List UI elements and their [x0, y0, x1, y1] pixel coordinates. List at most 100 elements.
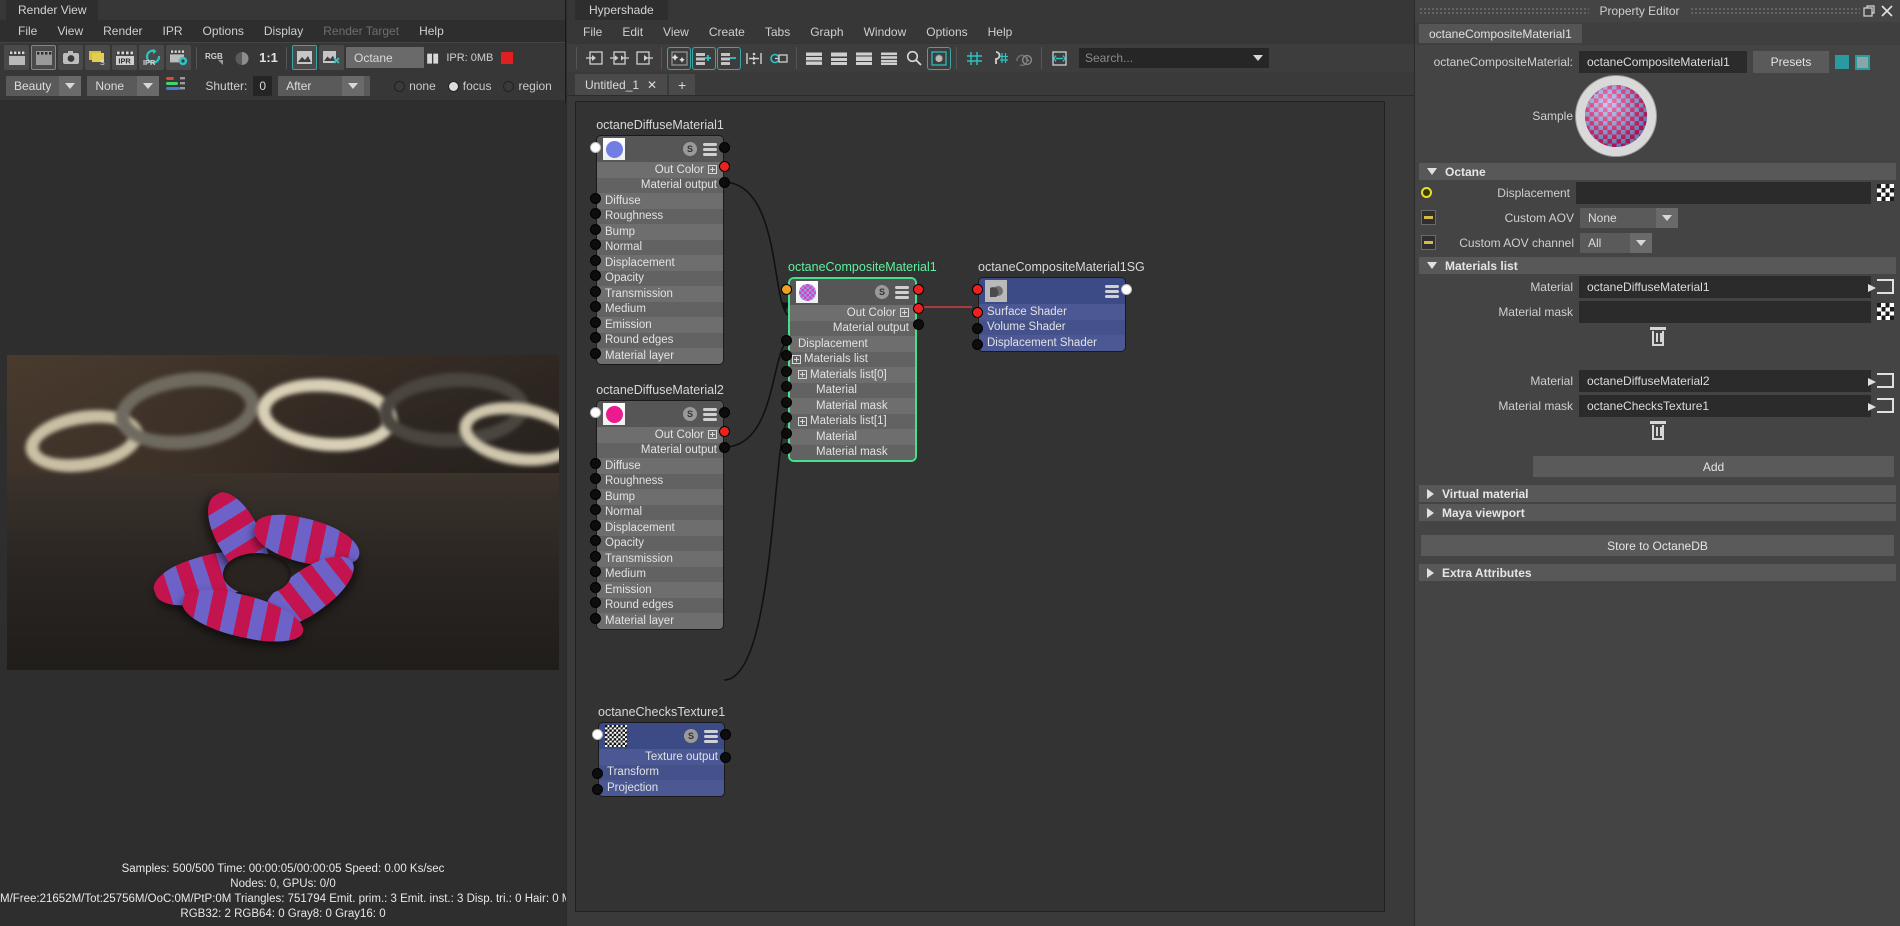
node-in-row[interactable]: Bump [597, 224, 723, 240]
drag-handle-left[interactable] [1419, 7, 1590, 15]
menu-help[interactable]: Help [409, 22, 454, 40]
node-in-row-displacement[interactable]: Displacement [790, 336, 915, 352]
material-sample-swatch[interactable] [1585, 85, 1647, 147]
material-0-input[interactable]: octaneDiffuseMaterial1 [1579, 275, 1871, 298]
section-header-materials-list[interactable]: Materials list [1419, 257, 1896, 274]
node-octaneDiffuseMaterial1[interactable]: octaneDiffuseMaterial1 S Out Color Mater… [590, 118, 730, 365]
in-plug-bump[interactable] [590, 489, 601, 500]
out-color-plug[interactable] [719, 426, 730, 437]
node-in-row-displacement-shader[interactable]: Displacement Shader [979, 335, 1125, 351]
checker-map-icon-2[interactable] [1877, 303, 1894, 320]
ipr-render-icon[interactable]: IPR [112, 45, 137, 70]
render-view-canvas[interactable] [0, 103, 566, 873]
node-swatch[interactable] [603, 138, 625, 160]
in-plug-medium[interactable] [590, 301, 601, 312]
focus-node-icon[interactable] [1835, 55, 1849, 69]
material-output-plug[interactable] [719, 442, 730, 453]
node-body[interactable]: Surface Shader Volume Shader Displacemen… [978, 277, 1126, 352]
zoom-icon[interactable] [903, 48, 925, 69]
hs-menu-tabs[interactable]: Tabs [755, 22, 800, 42]
node-in-row[interactable]: Round edges [597, 597, 723, 613]
attribute-state-icon[interactable] [1421, 210, 1436, 225]
stop-render-icon[interactable] [501, 51, 514, 64]
in-plug-materials-list-0[interactable] [781, 366, 792, 377]
node-in-row[interactable]: Transmission [597, 286, 723, 302]
in-plug-diffuse[interactable] [590, 458, 601, 469]
hs-menu-help[interactable]: Help [978, 22, 1023, 42]
shading-group-icon[interactable]: S [684, 729, 698, 743]
render-icon[interactable] [4, 45, 29, 70]
hs-menu-file[interactable]: File [573, 22, 612, 42]
in-plug-bump[interactable] [590, 224, 601, 235]
node-in-row[interactable]: Emission [597, 317, 723, 333]
hs-menu-edit[interactable]: Edit [612, 22, 653, 42]
go-to-connection-icon-3[interactable] [1868, 398, 1894, 413]
node-in-row[interactable]: Round edges [597, 332, 723, 348]
checker-map-icon[interactable] [1877, 184, 1894, 201]
remove-selected-icon[interactable] [717, 46, 741, 70]
render-sequence-icon[interactable]: S [85, 45, 110, 70]
node-in-row-material-1[interactable]: Material [790, 429, 915, 445]
material-output-plug[interactable] [719, 177, 730, 188]
node-in-row[interactable]: Material layer [597, 348, 723, 364]
in-plug-opacity[interactable] [590, 535, 601, 546]
list-view-b-icon[interactable] [828, 48, 850, 69]
when-dropdown[interactable]: After [278, 76, 371, 96]
in-plug-volume-shader[interactable] [972, 323, 983, 334]
node-in-row[interactable]: Opacity [597, 270, 723, 286]
node-main-input-plug[interactable] [592, 729, 603, 740]
collapse-icon[interactable] [798, 370, 807, 380]
node-in-row-material-mask-1[interactable]: Material mask [790, 444, 915, 460]
node-in-row-materials-list-1[interactable]: Materials list[1] [790, 413, 915, 429]
add-material-button[interactable]: Add [1533, 456, 1894, 477]
in-plug-material-mask-0[interactable] [781, 397, 792, 408]
node-in-row[interactable]: Projection [599, 780, 724, 796]
in-plug-round-edges[interactable] [590, 332, 601, 343]
node-main-output-plug[interactable] [1121, 284, 1132, 295]
delete-entry-1-button[interactable] [1415, 418, 1900, 444]
node-out-row-material-output[interactable]: Material output [790, 320, 915, 336]
in-plug-projection[interactable] [592, 784, 603, 795]
in-plug-displacement[interactable] [590, 255, 601, 266]
displacement-input[interactable] [1576, 181, 1871, 204]
in-plug-transmission[interactable] [590, 286, 601, 297]
go-to-connection-icon[interactable] [1868, 279, 1894, 294]
search-input[interactable]: Search... [1079, 48, 1269, 68]
node-in-row[interactable]: Normal [597, 504, 723, 520]
add-tab-button[interactable]: + [669, 74, 696, 95]
node-graph-canvas[interactable]: octaneDiffuseMaterial1 S Out Color Mater… [575, 101, 1385, 912]
snapshot-icon[interactable] [58, 45, 83, 70]
attributes-stack-icon[interactable] [703, 142, 717, 156]
node-body[interactable]: S Out Color Material output Displacement… [788, 277, 917, 462]
node-in-row[interactable]: Transform [599, 764, 724, 780]
in-plug-displacement[interactable] [781, 335, 792, 346]
node-out-row-out-color[interactable]: Out Color [790, 305, 915, 321]
section-header-extra-attributes[interactable]: Extra Attributes [1419, 564, 1896, 581]
in-plug-roughness[interactable] [590, 473, 601, 484]
history-icon[interactable] [1013, 48, 1035, 69]
node-octaneCompositeMaterial1SG[interactable]: octaneCompositeMaterial1SG Surface Shade… [972, 260, 1145, 352]
node-in-row-materials-list[interactable]: Materials list [790, 351, 915, 367]
aov-dropdown[interactable]: None [87, 76, 160, 96]
pass-dropdown[interactable]: Beauty [6, 76, 82, 96]
node-swatch[interactable] [603, 403, 625, 425]
add-selected-icon[interactable] [692, 46, 716, 70]
node-main-output-plug[interactable] [913, 284, 924, 295]
material-output-plug[interactable] [913, 319, 924, 330]
list-view-d-icon[interactable] [878, 48, 900, 69]
in-plug-normal[interactable] [590, 239, 601, 250]
in-plug-roughness[interactable] [590, 208, 601, 219]
shutter-input[interactable]: 0 [253, 76, 273, 96]
in-plug-material-layer[interactable] [590, 348, 601, 359]
expand-icon[interactable] [708, 430, 717, 440]
node-in-row[interactable]: Emission [597, 582, 723, 598]
node-in-row-surface-shader[interactable]: Surface Shader [979, 304, 1125, 320]
input-connections-icon[interactable] [583, 48, 605, 69]
node-in-row-material-mask-0[interactable]: Material mask [790, 398, 915, 414]
render-node-icon[interactable] [927, 46, 951, 70]
node-main-output-plug[interactable] [719, 407, 730, 418]
in-plug-materials-list[interactable] [781, 350, 792, 361]
attributes-stack-icon[interactable] [895, 285, 909, 299]
renderer-name-field[interactable]: Octane [346, 47, 424, 68]
in-plug-materials-list-1[interactable] [781, 412, 792, 423]
